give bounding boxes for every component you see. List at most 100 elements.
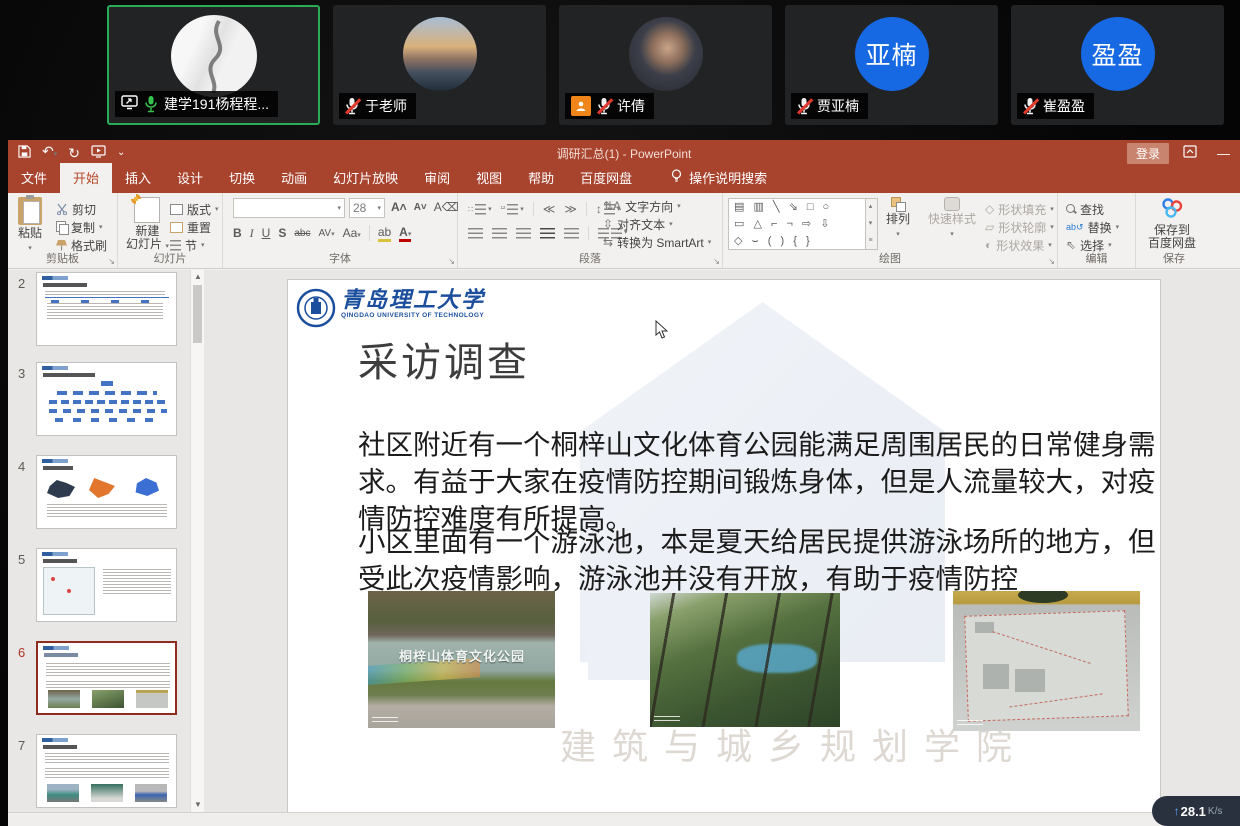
- reset-button[interactable]: 重置: [170, 218, 211, 236]
- tell-me-box[interactable]: 操作说明搜索: [671, 168, 767, 193]
- photo-park-sign[interactable]: 桐梓山体育文化公园: [368, 591, 555, 728]
- bold-button[interactable]: B: [233, 226, 242, 240]
- text-shadow-button[interactable]: S: [278, 226, 286, 240]
- quick-access-toolbar: ↶▾ ↻ ⌄: [8, 144, 125, 162]
- slide-title[interactable]: 采访调查: [358, 330, 530, 388]
- photo-watermark: [654, 716, 680, 723]
- font-name-select[interactable]: ▾: [233, 198, 345, 218]
- text-direction-button[interactable]: ⇅A 文字方向▾: [603, 197, 681, 215]
- shapes-gallery[interactable]: ▤ ▥ ╲ ⇘ □ ○ ▭ △ ⌐ ¬ ⇨ ⇩ ◇ ⌣ ( ) { } ▴▾≡: [728, 198, 878, 250]
- participant-tile[interactable]: 建学191杨程程...: [107, 5, 320, 125]
- highlight-button[interactable]: ab: [378, 225, 391, 242]
- copy-button[interactable]: 复制▾: [56, 218, 103, 236]
- start-slideshow-icon[interactable]: [91, 145, 106, 161]
- redo-icon[interactable]: ↻: [68, 146, 80, 160]
- lightbulb-icon: [671, 169, 682, 186]
- tab-slideshow[interactable]: 幻灯片放映: [320, 163, 411, 193]
- strikethrough-button[interactable]: abc: [294, 228, 310, 239]
- slide-paragraph-1[interactable]: 社区附近有一个桐梓山文化体育公园能满足周围居民的日常健身需求。有益于大家在疫情防…: [358, 426, 1160, 537]
- tab-home[interactable]: 开始: [60, 163, 112, 193]
- sign-in-button[interactable]: 登录: [1127, 143, 1169, 164]
- font-grow-shrink[interactable]: A˄A˅A⌫: [391, 198, 459, 216]
- slide-paragraph-2[interactable]: 小区里面有一个游泳池，本是夏天给居民提供游泳场所的地方，但受此次疫情影响，游泳池…: [358, 523, 1160, 597]
- dialog-launcher-icon[interactable]: ↘: [448, 257, 455, 266]
- undo-icon[interactable]: ↶▾: [42, 144, 57, 162]
- font-size-select[interactable]: 28▾: [349, 198, 385, 218]
- slide-number[interactable]: 5: [18, 552, 25, 567]
- tab-insert[interactable]: 插入: [112, 163, 164, 193]
- cut-button[interactable]: 剪切: [56, 200, 96, 218]
- align-text-button[interactable]: ⇳ 对齐文本▾: [603, 215, 673, 233]
- font-color-button[interactable]: A▾: [399, 225, 411, 242]
- new-slide-button[interactable]: 新建 幻灯片 ▾: [126, 197, 169, 253]
- slide-thumbnail-7[interactable]: [36, 734, 177, 808]
- paste-button[interactable]: 粘贴▾: [18, 197, 42, 255]
- save-icon[interactable]: [18, 145, 31, 161]
- workspace: 2 3: [8, 270, 1240, 812]
- decrease-indent-icon[interactable]: ≪: [543, 202, 556, 216]
- tab-animations[interactable]: 动画: [268, 163, 320, 193]
- increase-indent-icon[interactable]: ≫: [564, 202, 577, 216]
- slide-thumbnail-3[interactable]: [36, 362, 177, 436]
- distribute-icon[interactable]: [564, 228, 579, 239]
- customize-qat-icon[interactable]: ⌄: [117, 146, 125, 160]
- participant-tile[interactable]: 盈盈 崔盈盈: [1011, 5, 1224, 125]
- participant-tile[interactable]: 亚楠 贾亚楠: [785, 5, 998, 125]
- italic-button[interactable]: I: [250, 226, 254, 241]
- network-speed-indicator[interactable]: ↑ 28.1 K/s: [1152, 796, 1240, 826]
- slide-number[interactable]: 2: [18, 276, 25, 291]
- layout-button[interactable]: 版式▾: [170, 200, 219, 218]
- align-left-icon[interactable]: [468, 228, 483, 239]
- smartart-button[interactable]: ⇆ 转换为 SmartArt▾: [603, 233, 711, 251]
- bullets-button[interactable]: ∷▾: [468, 204, 492, 215]
- shapes-gallery-scroll[interactable]: ▴▾≡: [865, 198, 878, 250]
- photo-park-map[interactable]: [953, 591, 1140, 731]
- dialog-launcher-icon[interactable]: ↘: [713, 257, 720, 266]
- tab-design[interactable]: 设计: [164, 163, 216, 193]
- slide-number[interactable]: 3: [18, 366, 25, 381]
- shape-outline-button[interactable]: ▱ 形状轮廓▾: [985, 218, 1054, 236]
- replace-button[interactable]: ab↺ 替换▾: [1066, 218, 1119, 236]
- ribbon-display-options-icon[interactable]: [1183, 145, 1197, 161]
- slide-number[interactable]: 4: [18, 459, 25, 474]
- find-button[interactable]: 查找: [1066, 200, 1104, 218]
- change-case-button[interactable]: Aa▾: [343, 226, 361, 240]
- save-to-netdisk-button[interactable]: 保存到百度网盘: [1148, 197, 1196, 250]
- underline-button[interactable]: U: [262, 226, 271, 240]
- slide-thumbnail-5[interactable]: [36, 548, 177, 622]
- quick-styles-button[interactable]: 快速样式▾: [928, 197, 976, 241]
- minimize-button[interactable]: —: [1211, 146, 1236, 161]
- align-right-icon[interactable]: [516, 228, 531, 239]
- slide-number[interactable]: 7: [18, 738, 25, 753]
- tab-help[interactable]: 帮助: [515, 163, 567, 193]
- scroll-up-icon[interactable]: ▲: [191, 270, 205, 284]
- tab-view[interactable]: 视图: [463, 163, 515, 193]
- thumbnail-scrollbar[interactable]: ▲ ▼: [190, 270, 204, 812]
- clear-format-icon[interactable]: A⌫: [434, 200, 459, 214]
- slide-thumbnail-4[interactable]: [36, 455, 177, 529]
- tab-file[interactable]: 文件: [8, 163, 60, 193]
- scrollbar-thumb[interactable]: [193, 285, 202, 343]
- slide-thumbnail-2[interactable]: [36, 272, 177, 346]
- photo-trees-pool[interactable]: [650, 593, 840, 727]
- slide-canvas[interactable]: 建筑与城乡规划学院 青岛理工大学 QINGDAO UNIVERSITY OF T…: [288, 280, 1160, 812]
- dialog-launcher-icon[interactable]: ↘: [108, 257, 115, 266]
- participant-tile[interactable]: 于老师: [333, 5, 546, 125]
- justify-icon[interactable]: [540, 228, 555, 239]
- participant-tile[interactable]: 许倩: [559, 5, 772, 125]
- char-spacing-button[interactable]: AV▾: [318, 228, 334, 239]
- arrange-button[interactable]: 排列▾: [886, 197, 910, 241]
- slide-number-selected[interactable]: 6: [18, 645, 25, 660]
- shape-fill-button[interactable]: ◇ 形状填充▾: [985, 200, 1054, 218]
- scroll-down-icon[interactable]: ▼: [191, 798, 205, 812]
- tab-review[interactable]: 审阅: [411, 163, 463, 193]
- numbering-button[interactable]: ¹²▾: [501, 204, 524, 215]
- mic-on-icon: [144, 95, 158, 113]
- tab-baidu-netdisk[interactable]: 百度网盘: [567, 163, 645, 193]
- align-center-icon[interactable]: [492, 228, 507, 239]
- mic-muted-icon: [345, 97, 359, 115]
- slide-thumbnail-6-selected[interactable]: [36, 641, 177, 715]
- tab-transitions[interactable]: 切换: [216, 163, 268, 193]
- arrange-icon: [891, 197, 905, 211]
- dialog-launcher-icon[interactable]: ↘: [1048, 257, 1055, 266]
